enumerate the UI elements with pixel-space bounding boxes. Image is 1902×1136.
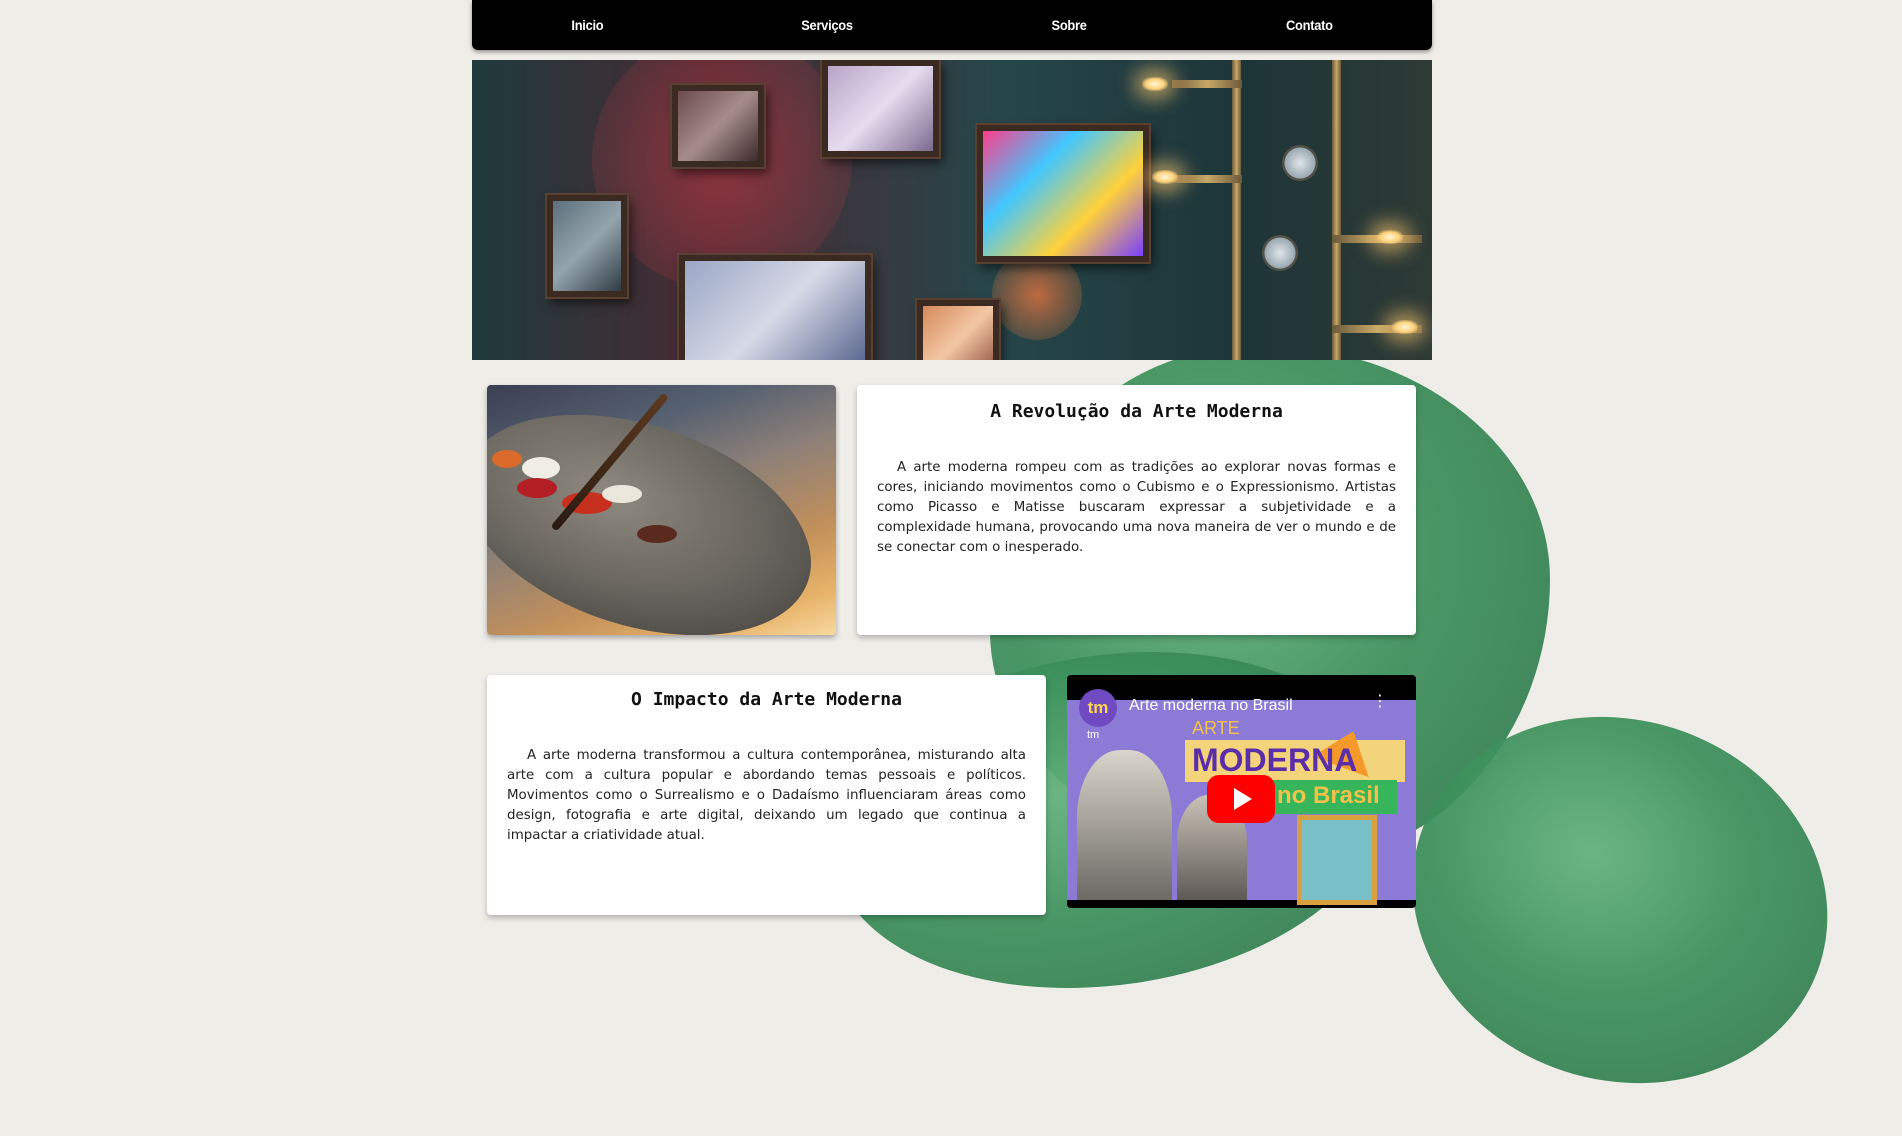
article-card-revolucao: A Revolução da Arte Moderna A arte moder… (857, 385, 1416, 635)
nav-link-sobre[interactable]: Sobre (1052, 17, 1087, 33)
video-title[interactable]: Arte moderna no Brasil (1129, 697, 1293, 715)
article-card-impacto: O Impacto da Arte Moderna A arte moderna… (487, 675, 1046, 915)
nav-link-contato[interactable]: Contato (1286, 17, 1333, 33)
article-body: A arte moderna rompeu com as tradições a… (877, 460, 1396, 555)
channel-avatar[interactable]: tm (1079, 689, 1117, 727)
top-navigation: Inicio Serviços Sobre Contato (472, 0, 1432, 50)
play-button[interactable] (1207, 775, 1275, 823)
nav-link-inicio[interactable]: Inicio (571, 17, 603, 33)
paint-palette-image (487, 385, 836, 635)
more-options-icon[interactable]: ⋮ (1372, 693, 1388, 709)
nav-link-servicos[interactable]: Serviços (802, 17, 854, 33)
thumbnail-text: ARTE (1192, 718, 1240, 738)
article-title: A Revolução da Arte Moderna (990, 401, 1283, 422)
channel-badge-small: tm (1087, 729, 1100, 741)
thumbnail-text: no Brasil (1277, 782, 1380, 809)
article-body: A arte moderna transformou a cultura con… (507, 748, 1026, 843)
hero-banner-image (472, 60, 1432, 360)
article-title: O Impacto da Arte Moderna (631, 689, 902, 710)
youtube-video-embed[interactable]: ARTE MODERNA no Brasil tm tm Arte modern… (1067, 675, 1416, 908)
thumbnail-text: MODERNA (1192, 742, 1358, 778)
